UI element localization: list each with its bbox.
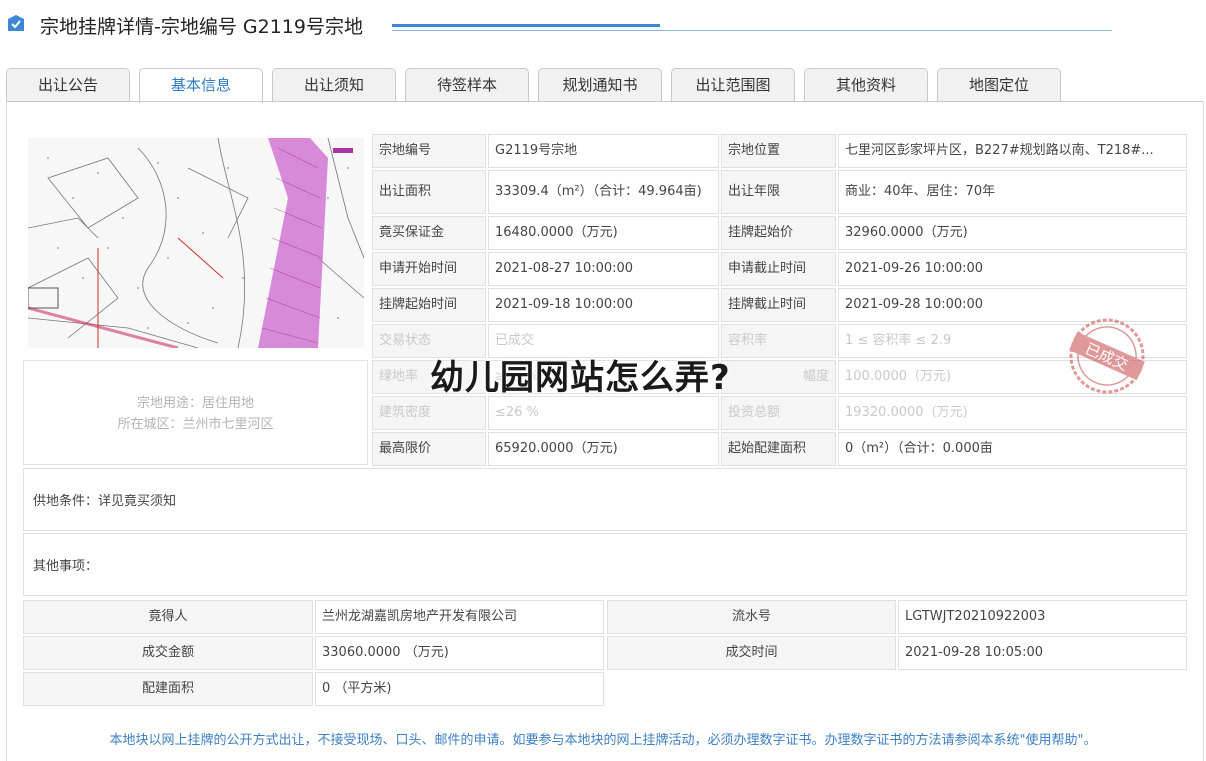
label-deposit: 竟买保证金 xyxy=(372,216,486,250)
parcel-summary: 宗地用途：居住用地 所在城区：兰州市七里河区 xyxy=(23,360,368,465)
value-apply-end: 2021-09-26 10:00:00 xyxy=(838,252,1187,286)
label-density: 建筑密度 xyxy=(372,396,486,430)
label-alloc-area: 配建面积 xyxy=(23,672,313,706)
label-init-area: 起始配建面积 xyxy=(721,432,836,466)
value-area: 33309.4（m²）（合计：49.964亩) xyxy=(488,170,719,214)
label-investment: 投资总额 xyxy=(721,396,836,430)
value-investment: 19320.0000（万元) xyxy=(838,396,1187,430)
tab-planning[interactable]: 规划通知书 xyxy=(538,68,662,101)
value-parcel-no: G2119号宗地 xyxy=(488,134,719,168)
parcel-district: 所在城区：兰州市七里河区 xyxy=(117,417,274,432)
label-parcel-no: 宗地编号 xyxy=(372,134,486,168)
label-winner: 竟得人 xyxy=(23,600,313,634)
value-max-price: 65920.0000（万元) xyxy=(488,432,719,466)
tab-sample[interactable]: 待签样本 xyxy=(405,68,529,101)
label-max-price: 最高限价 xyxy=(372,432,486,466)
title-divider xyxy=(392,30,1112,31)
value-init-area: 0（m²）（合计：0.000亩 xyxy=(838,432,1187,466)
title-divider-accent xyxy=(392,24,660,27)
label-list-start: 挂牌起始时间 xyxy=(372,288,486,322)
label-location: 宗地位置 xyxy=(721,134,836,168)
value-location: 七里河区彭家坪片区，B227#规划路以南、T218#... xyxy=(838,134,1187,168)
label-list-end: 挂牌截止时间 xyxy=(721,288,836,322)
deal-closed-stamp: 已成交 xyxy=(1069,318,1145,394)
label-increment: 幅度 xyxy=(721,360,836,394)
tab-notice[interactable]: 出让须知 xyxy=(272,68,396,101)
stamp-text: 已成交 xyxy=(1082,340,1130,375)
value-winner: 兰州龙湖嘉凯房地产开发有限公司 xyxy=(315,600,604,634)
value-deal-time: 2021-09-28 10:05:00 xyxy=(898,636,1187,670)
tab-announcement[interactable]: 出让公告 xyxy=(6,68,130,101)
parcel-map-image[interactable] xyxy=(28,138,364,348)
label-term: 出让年限 xyxy=(721,170,836,214)
value-alloc-area: 0 （平方米) xyxy=(315,672,604,706)
label-apply-start: 申请开始时间 xyxy=(372,252,486,286)
label-area: 出让面积 xyxy=(372,170,486,214)
tab-map-location[interactable]: 地图定位 xyxy=(937,68,1061,101)
page-header: 宗地挂牌详情-宗地编号 G2119号宗地 xyxy=(0,0,1206,50)
value-amount: 33060.0000 （万元) xyxy=(315,636,604,670)
checkbox-icon xyxy=(8,15,24,31)
overlay-caption: 幼儿园网站怎么弄? xyxy=(430,358,731,398)
other-matters: 其他事项： xyxy=(23,533,1187,596)
tab-other-docs[interactable]: 其他资料 xyxy=(804,68,928,101)
supply-conditions: 供地条件：详见竟买须知 xyxy=(23,468,1187,531)
page-title: 宗地挂牌详情-宗地编号 G2119号宗地 xyxy=(40,16,363,38)
label-apply-end: 申请截止时间 xyxy=(721,252,836,286)
label-serial: 流水号 xyxy=(607,600,896,634)
label-amount: 成交金额 xyxy=(23,636,313,670)
tab-basic-info[interactable]: 基本信息 xyxy=(139,68,263,103)
label-deal-time: 成交时间 xyxy=(607,636,896,670)
value-deposit: 16480.0000（万元) xyxy=(488,216,719,250)
tab-scope-map[interactable]: 出让范围图 xyxy=(671,68,795,101)
value-term: 商业：40年、居住：70年 xyxy=(838,170,1187,214)
value-list-start: 2021-09-18 10:00:00 xyxy=(488,288,719,322)
value-density: ≤26 % xyxy=(488,396,719,430)
value-start-price: 32960.0000（万元) xyxy=(838,216,1187,250)
label-start-price: 挂牌起始价 xyxy=(721,216,836,250)
label-far: 容积率 xyxy=(721,324,836,358)
footer-note: 本地块以网上挂牌的公开方式出让，不接受现场、口头、邮件的申请。如要参与本地块的网… xyxy=(109,733,1097,748)
parcel-use: 宗地用途：居住用地 xyxy=(136,396,254,411)
value-apply-start: 2021-08-27 10:00:00 xyxy=(488,252,719,286)
value-serial: LGTWJT20210922003 xyxy=(898,600,1187,634)
